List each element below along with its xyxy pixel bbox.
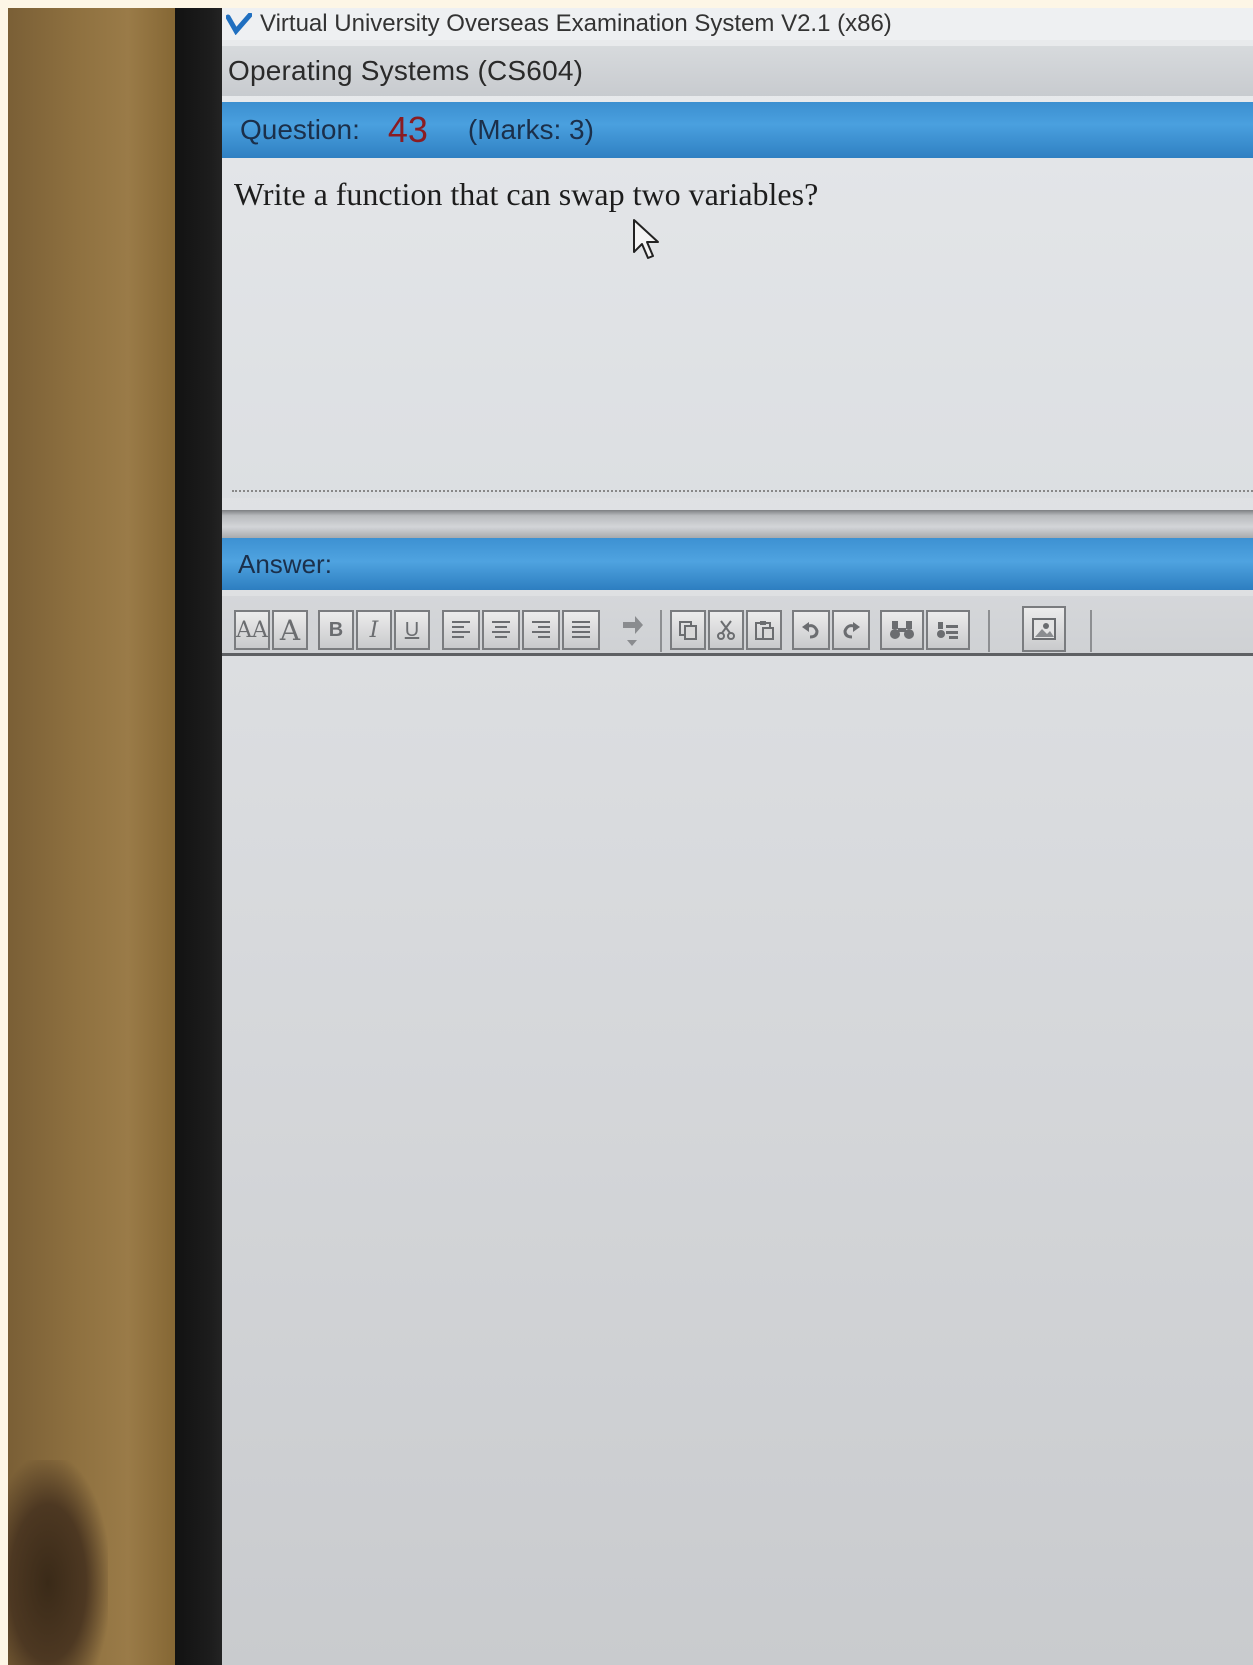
cut-button[interactable] xyxy=(708,610,744,650)
toolbar-separator xyxy=(988,610,990,652)
justify-button[interactable] xyxy=(562,610,600,650)
underline-button[interactable]: U xyxy=(394,610,430,650)
replace-icon xyxy=(937,622,958,639)
answer-editor[interactable] xyxy=(222,656,1253,1665)
paste-button[interactable] xyxy=(746,610,782,650)
find-binoculars-icon xyxy=(890,621,914,639)
insert-symbol-button[interactable] xyxy=(614,610,650,650)
insert-image-button[interactable] xyxy=(1022,606,1066,652)
increase-font-size-button[interactable]: A xyxy=(272,610,308,650)
font-size-increase-icon: A xyxy=(279,613,301,647)
bold-icon: B xyxy=(328,618,344,641)
foreground-object xyxy=(8,1460,108,1665)
question-marks: (Marks: 3) xyxy=(467,114,594,145)
insert-image-icon xyxy=(1032,618,1056,640)
copy-icon xyxy=(679,621,697,640)
align-center-icon xyxy=(492,621,510,638)
align-left-icon xyxy=(452,621,470,638)
course-header: Operating Systems (CS604) xyxy=(222,46,1253,96)
replace-button[interactable] xyxy=(926,610,970,650)
paste-icon xyxy=(755,621,774,640)
question-text: Write a function that can swap two varia… xyxy=(234,176,819,212)
underline-icon: U xyxy=(404,618,420,641)
align-left-button[interactable] xyxy=(442,610,480,650)
align-justify-icon xyxy=(572,621,590,638)
answer-label: Answer: xyxy=(238,548,332,579)
align-right-icon xyxy=(532,621,550,638)
italic-button[interactable]: I xyxy=(356,610,392,650)
course-title: Operating Systems (CS604) xyxy=(228,55,584,86)
align-right-button[interactable] xyxy=(522,610,560,650)
copy-button[interactable] xyxy=(670,610,706,650)
question-panel: Write a function that can swap two varia… xyxy=(222,158,1253,498)
font-size-decrease-icon: AA xyxy=(236,617,268,643)
decrease-font-size-button[interactable]: AA xyxy=(234,610,270,650)
toolbar-separator xyxy=(1090,610,1092,652)
redo-button[interactable] xyxy=(832,610,870,650)
title-bar: Virtual University Overseas Examination … xyxy=(222,8,1253,40)
mouse-pointer-icon xyxy=(632,218,662,267)
find-button[interactable] xyxy=(880,610,924,650)
redo-icon xyxy=(843,622,860,639)
question-label: Question: xyxy=(240,114,360,145)
undo-button[interactable] xyxy=(792,610,830,650)
question-divider xyxy=(232,490,1253,492)
window-title: Virtual University Overseas Examination … xyxy=(260,10,892,37)
undo-icon xyxy=(802,622,819,639)
cut-icon xyxy=(717,620,735,640)
align-center-button[interactable] xyxy=(482,610,520,650)
question-number: 43 xyxy=(387,109,428,150)
answer-header: Answer: xyxy=(222,538,1253,590)
app-logo-icon xyxy=(225,12,253,36)
insert-symbol-icon xyxy=(623,616,643,646)
editor-toolbar: AA A B I U xyxy=(222,596,1253,656)
italic-icon: I xyxy=(369,617,379,643)
question-header: Question: 43 (Marks: 3) xyxy=(222,102,1253,158)
toolbar-separator xyxy=(660,610,662,652)
bold-button[interactable]: B xyxy=(318,610,354,650)
panel-splitter[interactable] xyxy=(222,510,1253,538)
exam-window: Virtual University Overseas Examination … xyxy=(222,8,1253,1665)
